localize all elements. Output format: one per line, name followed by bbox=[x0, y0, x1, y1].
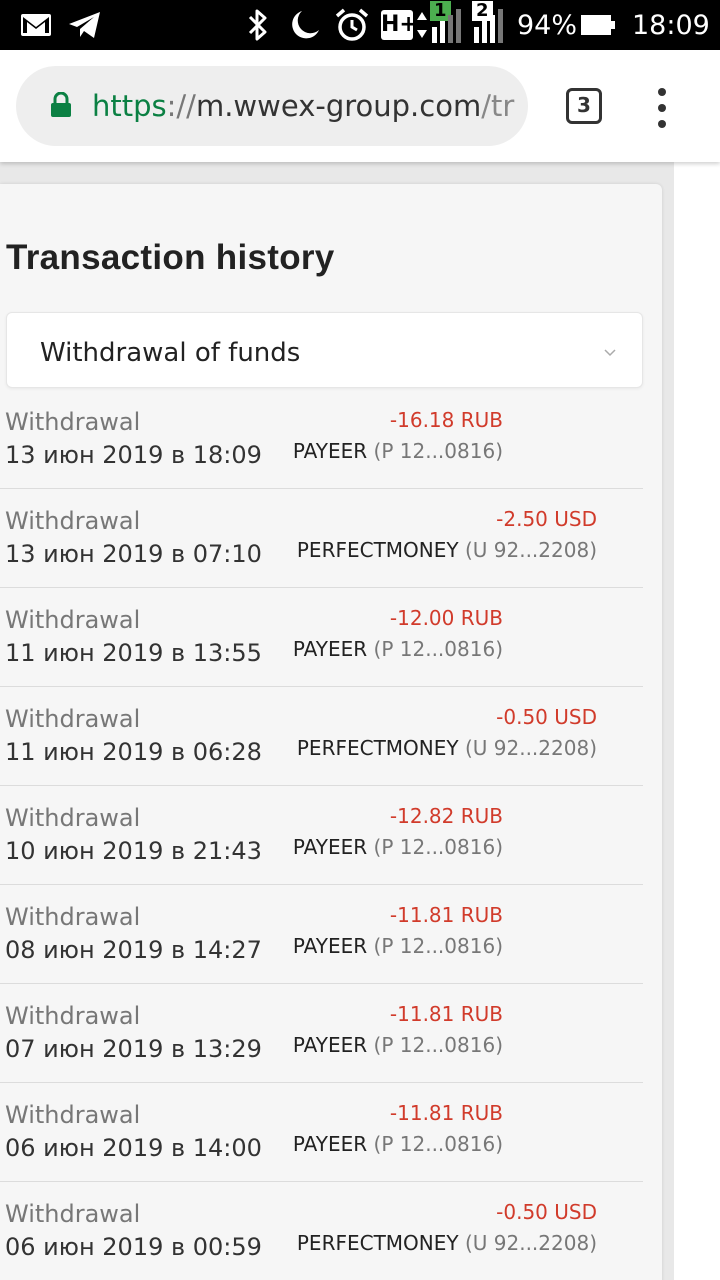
transaction-list: Withdrawal 13 июн 2019 в 18:09 -16.18 RUB P… bbox=[0, 390, 643, 1280]
payment-system: PAYEER bbox=[292, 637, 368, 661]
transaction-row[interactable]: Withdrawal 13 июн 2019 в 18:09 -16.18 RUB P… bbox=[0, 390, 643, 489]
network-label: H+ bbox=[381, 12, 418, 37]
transaction-date: 07 июн 2019 в 13:29 bbox=[5, 1035, 262, 1063]
url-separator: :// bbox=[166, 89, 196, 123]
bluetooth-icon bbox=[246, 0, 270, 50]
transaction-card: Transaction history Withdrawal of funds … bbox=[0, 184, 662, 1280]
payment-system: PERFECTMONEY bbox=[296, 1231, 459, 1255]
account-number: (U 92...2208) bbox=[464, 1231, 597, 1255]
payment-system: PAYEER bbox=[292, 835, 368, 859]
transaction-type: Withdrawal bbox=[5, 507, 141, 535]
transaction-row[interactable]: Withdrawal 07 июн 2019 в 13:29 -11.81 RUB P… bbox=[0, 984, 643, 1083]
transaction-account: PERFECTMONEY (U 92...2208) bbox=[297, 1231, 597, 1255]
address-bar[interactable]: https://m.wwex-group.com/tr bbox=[16, 66, 528, 146]
transaction-amount: -11.81 RUB bbox=[389, 1101, 503, 1125]
transaction-date: 13 июн 2019 в 18:09 bbox=[5, 441, 262, 469]
payment-system: PAYEER bbox=[292, 1132, 368, 1156]
transaction-amount: -12.82 RUB bbox=[389, 804, 503, 828]
account-number: (U 92...2208) bbox=[464, 736, 597, 760]
transaction-type: Withdrawal bbox=[5, 1002, 141, 1030]
url-scheme: https bbox=[92, 89, 167, 123]
transaction-type-select[interactable]: Withdrawal of funds bbox=[6, 312, 643, 388]
transaction-date: 11 июн 2019 в 06:28 bbox=[5, 738, 262, 766]
battery-percent: 94% bbox=[517, 9, 578, 41]
url-path: /tr bbox=[481, 89, 515, 123]
transaction-account: PAYEER (P 12...0816) bbox=[293, 1033, 503, 1057]
browser-toolbar: https://m.wwex-group.com/tr 3 bbox=[0, 50, 720, 162]
transaction-type: Withdrawal bbox=[5, 1200, 141, 1228]
select-value: Withdrawal of funds bbox=[40, 338, 301, 368]
transaction-row[interactable]: Withdrawal 08 июн 2019 в 14:27 -11.81 RUB P… bbox=[0, 885, 643, 984]
battery-icon bbox=[580, 0, 616, 50]
transaction-amount: -2.50 USD bbox=[496, 507, 597, 531]
page-content: Transaction history Withdrawal of funds … bbox=[0, 162, 720, 1280]
payment-system: PAYEER bbox=[292, 1033, 368, 1057]
account-number: (P 12...0816) bbox=[373, 934, 503, 958]
transaction-date: 11 июн 2019 в 13:55 bbox=[5, 639, 262, 667]
telegram-icon bbox=[68, 0, 102, 50]
transaction-account: PAYEER (P 12...0816) bbox=[293, 1132, 503, 1156]
page-title: Transaction history bbox=[6, 238, 335, 277]
payment-system: PAYEER bbox=[292, 934, 368, 958]
do-not-disturb-moon-icon bbox=[288, 0, 322, 50]
transaction-account: PAYEER (P 12...0816) bbox=[293, 439, 503, 463]
transaction-account: PERFECTMONEY (U 92...2208) bbox=[297, 736, 597, 760]
transaction-amount: -0.50 USD bbox=[496, 1200, 597, 1224]
payment-system: PERFECTMONEY bbox=[296, 736, 459, 760]
hplus-network-icon: H+ bbox=[381, 0, 428, 50]
transaction-row[interactable]: Withdrawal 06 июн 2019 в 00:59 -0.50 USD PE… bbox=[0, 1182, 643, 1280]
transaction-row[interactable]: Withdrawal 10 июн 2019 в 21:43 -12.82 RUB P… bbox=[0, 786, 643, 885]
url-text[interactable]: https://m.wwex-group.com/tr bbox=[92, 66, 522, 146]
transaction-amount: -11.81 RUB bbox=[389, 903, 503, 927]
transaction-account: PAYEER (P 12...0816) bbox=[293, 637, 503, 661]
transaction-type: Withdrawal bbox=[5, 408, 141, 436]
transaction-amount: -16.18 RUB bbox=[389, 408, 503, 432]
transaction-amount: -12.00 RUB bbox=[389, 606, 503, 630]
status-bar: H+ 1 2 94% 18:09 bbox=[0, 0, 720, 50]
transaction-date: 13 июн 2019 в 07:10 bbox=[5, 540, 262, 568]
transaction-amount: -0.50 USD bbox=[496, 705, 597, 729]
transaction-amount: -11.81 RUB bbox=[389, 1002, 503, 1026]
payment-system: PERFECTMONEY bbox=[296, 538, 459, 562]
account-number: (P 12...0816) bbox=[373, 637, 503, 661]
transaction-type: Withdrawal bbox=[5, 1101, 141, 1129]
transaction-account: PERFECTMONEY (U 92...2208) bbox=[297, 538, 597, 562]
transaction-row[interactable]: Withdrawal 13 июн 2019 в 07:10 -2.50 USD PE… bbox=[0, 489, 643, 588]
payment-system: PAYEER bbox=[292, 439, 368, 463]
transaction-row[interactable]: Withdrawal 11 июн 2019 в 13:55 -12.00 RUB P… bbox=[0, 588, 643, 687]
transaction-type: Withdrawal bbox=[5, 804, 141, 832]
gmail-icon bbox=[20, 0, 52, 50]
transaction-type: Withdrawal bbox=[5, 705, 141, 733]
transaction-account: PAYEER (P 12...0816) bbox=[293, 835, 503, 859]
url-host: m.wwex-group.com bbox=[195, 89, 482, 123]
lock-icon bbox=[51, 92, 71, 117]
transaction-date: 06 июн 2019 в 00:59 bbox=[5, 1233, 262, 1261]
transaction-date: 06 июн 2019 в 14:00 bbox=[5, 1134, 262, 1162]
account-number: (P 12...0816) bbox=[373, 1132, 503, 1156]
transaction-row[interactable]: Withdrawal 11 июн 2019 в 06:28 -0.50 USD PE… bbox=[0, 687, 643, 786]
account-number: (P 12...0816) bbox=[373, 439, 503, 463]
account-number: (P 12...0816) bbox=[373, 835, 503, 859]
transaction-type: Withdrawal bbox=[5, 606, 141, 634]
account-number: (U 92...2208) bbox=[464, 538, 597, 562]
overflow-menu-icon[interactable] bbox=[652, 88, 676, 128]
transaction-date: 08 июн 2019 в 14:27 bbox=[5, 936, 262, 964]
alarm-icon bbox=[334, 0, 370, 50]
tab-switcher-button[interactable]: 3 bbox=[566, 88, 602, 124]
transaction-row[interactable]: Withdrawal 06 июн 2019 в 14:00 -11.81 RUB P… bbox=[0, 1083, 643, 1182]
page-right-margin bbox=[674, 162, 720, 1280]
transaction-account: PAYEER (P 12...0816) bbox=[293, 934, 503, 958]
transaction-date: 10 июн 2019 в 21:43 bbox=[5, 837, 262, 865]
clock: 18:09 bbox=[632, 9, 710, 41]
chevron-down-icon bbox=[604, 349, 616, 357]
signal-sim1-icon: 1 bbox=[430, 0, 466, 50]
transaction-type: Withdrawal bbox=[5, 903, 141, 931]
signal-sim2-icon: 2 bbox=[472, 0, 508, 50]
account-number: (P 12...0816) bbox=[373, 1033, 503, 1057]
